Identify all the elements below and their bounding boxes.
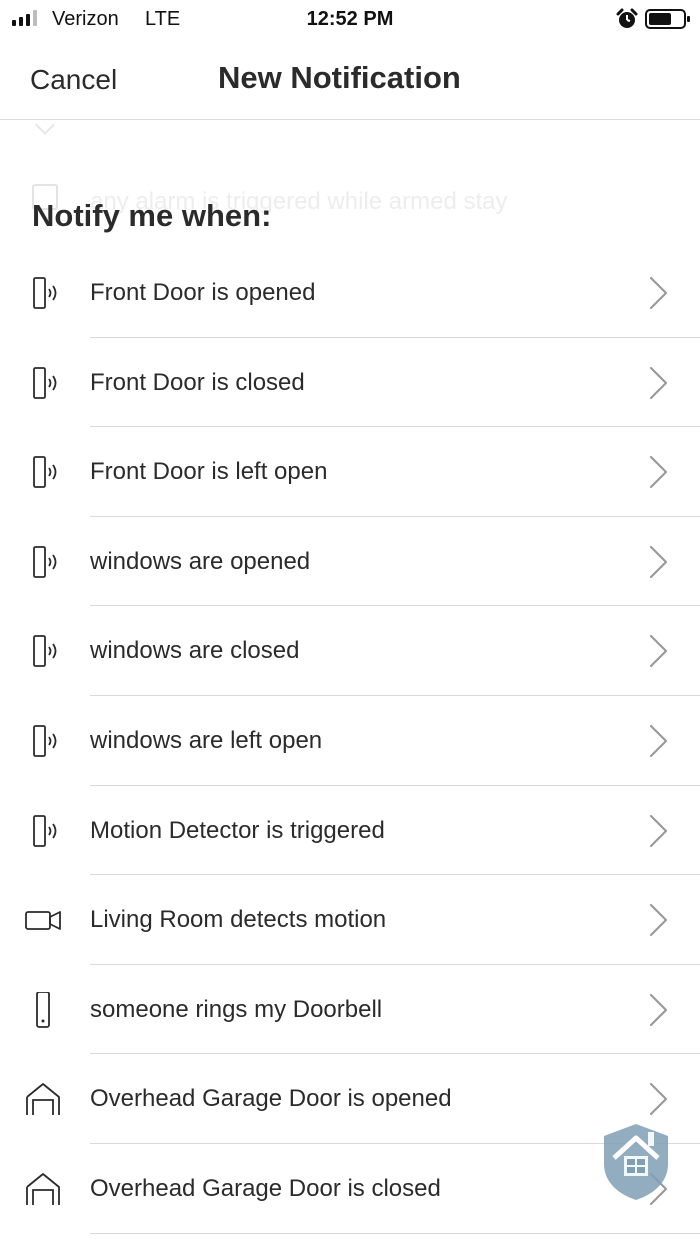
contact-sensor-icon	[22, 633, 64, 669]
status-time: 12:52 PM	[306, 8, 394, 30]
list-item-label: someone rings my Doorbell	[90, 995, 383, 1023]
doorbell-icon	[22, 990, 64, 1028]
chevron-right-icon	[646, 544, 670, 580]
list-item[interactable]: someone rings my Doorbell	[0, 965, 700, 1055]
list-item-label: windows are opened	[90, 547, 311, 575]
section-heading: Notify me when:	[32, 198, 272, 233]
list-item[interactable]: Motion Detector is triggered	[0, 786, 700, 876]
list-item[interactable]: Living Room detects motion	[0, 875, 700, 965]
list-item-label: Overhead Garage Door is closed	[90, 1174, 441, 1202]
chevron-right-icon	[646, 992, 670, 1028]
contact-sensor-icon	[22, 365, 64, 401]
list-item[interactable]: Overhead Garage Door is closed	[0, 1144, 700, 1234]
battery-icon	[645, 9, 690, 29]
list-item[interactable]: windows are opened	[0, 517, 700, 607]
divider	[90, 1232, 700, 1234]
contact-sensor-icon	[22, 544, 64, 580]
garage-icon	[22, 1081, 64, 1117]
list-item[interactable]: Front Door is closed	[0, 338, 700, 428]
contact-sensor-icon	[22, 813, 64, 849]
nav-bar: Cancel New Notification	[0, 40, 700, 120]
chevron-right-icon	[646, 1081, 670, 1117]
list-item-label: Front Door is closed	[90, 368, 305, 396]
list-item[interactable]: Front Door is left open	[0, 427, 700, 517]
chevron-right-icon	[646, 275, 670, 311]
cancel-button[interactable]: Cancel	[30, 64, 117, 96]
list-item-label: Front Door is left open	[90, 458, 328, 486]
alarm-icon	[616, 8, 638, 28]
list-item-label: Living Room detects motion	[90, 906, 387, 934]
chevron-right-icon	[646, 365, 670, 401]
contact-sensor-icon	[22, 723, 64, 759]
list-item-label: Overhead Garage Door is opened	[90, 1085, 452, 1113]
home-shield-icon[interactable]	[600, 1122, 672, 1202]
garage-icon	[22, 1171, 64, 1207]
list-item[interactable]: windows are closed	[0, 606, 700, 696]
notification-trigger-list: Front Door is opened Front Door is closed…	[0, 248, 700, 1234]
camera-icon	[22, 902, 64, 938]
contact-sensor-icon	[22, 275, 64, 311]
chevron-right-icon	[646, 633, 670, 669]
list-item[interactable]: Front Door is opened	[0, 248, 700, 338]
list-item[interactable]: Overhead Garage Door is opened	[0, 1054, 700, 1144]
chevron-right-icon	[646, 813, 670, 849]
status-bar: Verizon LTE 12:52 PM	[0, 0, 700, 40]
list-item[interactable]: windows are left open	[0, 696, 700, 786]
list-item-label: Front Door is opened	[90, 279, 316, 306]
contact-sensor-icon	[22, 454, 64, 490]
page-title: New Notification	[218, 60, 461, 95]
list-item-label: windows are left open	[90, 726, 323, 754]
chevron-right-icon	[646, 723, 670, 759]
list-item-label: Motion Detector is triggered	[90, 816, 385, 844]
list-item-label: windows are closed	[90, 637, 300, 665]
chevron-right-icon	[646, 454, 670, 490]
chevron-right-icon	[646, 902, 670, 938]
